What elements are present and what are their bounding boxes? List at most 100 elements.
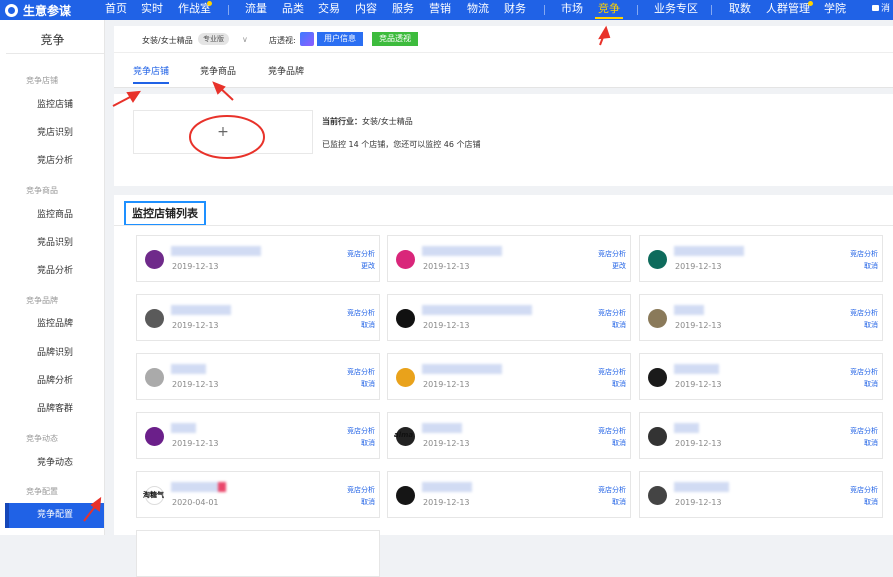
nav-item-service[interactable]: 服务 [392, 0, 414, 20]
sidebar-item-shop-analysis[interactable]: 竞店分析 [5, 149, 104, 174]
sidebar-item-brand-customers[interactable]: 品牌客群 [5, 397, 104, 422]
shop-logo-icon [648, 427, 667, 446]
nav-item-home[interactable]: 首页 [105, 0, 127, 20]
shop-analysis-link[interactable]: 竞店分析 [347, 426, 375, 436]
nav-item-realtime[interactable]: 实时 [141, 0, 163, 20]
shop-analysis-link[interactable]: 竞店分析 [598, 485, 626, 495]
monitor-date: 2019-12-13 [675, 439, 722, 448]
shop-name-redacted [422, 423, 462, 433]
nav-item-market[interactable]: 市场 [561, 0, 583, 20]
cancel-link[interactable]: 取消 [612, 320, 626, 330]
top-navigation-bar: 生意参谋 首页 实时 作战室 流量 品类 交易 内容 服务 营销 物流 财务 市… [0, 0, 893, 20]
sidebar-item-brand-analysis[interactable]: 品牌分析 [5, 369, 104, 394]
cancel-link[interactable]: 取消 [361, 320, 375, 330]
logo[interactable]: 生意参谋 [5, 2, 71, 18]
shop-analysis-link[interactable]: 竞店分析 [850, 308, 878, 318]
nav-item-business-zone[interactable]: 业务专区 [654, 0, 698, 20]
shop-analysis-link[interactable]: 竞店分析 [598, 367, 626, 377]
cancel-link[interactable]: 取消 [864, 320, 878, 330]
cancel-link[interactable]: 取消 [612, 497, 626, 507]
user-info-button[interactable]: 用户信息 [317, 32, 363, 46]
shop-analysis-link[interactable]: 竞店分析 [850, 249, 878, 259]
shop-card[interactable]: 2019-12-13 竞店分析 更改 [136, 235, 380, 282]
cancel-link[interactable]: 取消 [612, 438, 626, 448]
shop-card[interactable]: 2019-12-13 竞店分析更改 [387, 235, 631, 282]
logo-icon [5, 3, 18, 17]
change-link[interactable]: 更改 [612, 261, 626, 271]
shop-analysis-link[interactable]: 竞店分析 [850, 367, 878, 377]
nav-item-competition[interactable]: 竞争 [595, 0, 623, 20]
shop-card[interactable]: 2020-04-01 竞店分析 取消 淘糖气 [136, 471, 380, 518]
plugin-icon[interactable] [300, 32, 314, 46]
message-label: 消 [881, 4, 891, 14]
shop-analysis-link[interactable]: 竞店分析 [850, 485, 878, 495]
monitor-date: 2019-12-13 [423, 262, 470, 271]
shop-analysis-link[interactable]: 竞店分析 [598, 426, 626, 436]
tab-competition-product[interactable]: 竞争商品 [200, 64, 236, 77]
nav-item-marketing[interactable]: 营销 [429, 0, 451, 20]
monitor-date: 2019-12-13 [675, 380, 722, 389]
shop-card[interactable]: 2019-12-13 竞店分析 取消 [136, 294, 380, 341]
shop-analysis-link[interactable]: 竞店分析 [850, 426, 878, 436]
cancel-link[interactable]: 取消 [361, 438, 375, 448]
product-perspective-button[interactable]: 竞品透视 [372, 32, 418, 46]
shop-name-redacted [422, 305, 532, 315]
nav-item-category[interactable]: 品类 [282, 0, 304, 20]
shop-card[interactable]: 2019-12-13 竞店分析取消 [639, 353, 883, 400]
tab-competition-brand[interactable]: 竞争品牌 [268, 64, 304, 77]
nav-item-content[interactable]: 内容 [355, 0, 377, 20]
nav-item-traffic[interactable]: 流量 [245, 0, 267, 20]
cancel-link[interactable]: 取消 [864, 438, 878, 448]
shop-logo-icon [648, 486, 667, 505]
shop-analysis-link[interactable]: 竞店分析 [598, 308, 626, 318]
shop-analysis-link[interactable]: 竞店分析 [598, 249, 626, 259]
sidebar-item-monitor-product[interactable]: 监控商品 [5, 203, 104, 228]
sidebar-item-competition-config[interactable]: 竞争配置 [5, 503, 104, 528]
cancel-link[interactable]: 取消 [864, 497, 878, 507]
sidebar-item-monitor-brand[interactable]: 监控品牌 [5, 312, 104, 337]
nav-item-academy[interactable]: 学院 [824, 0, 846, 20]
shop-card[interactable]: 2019-12-13 竞店分析取消 [639, 412, 883, 459]
sidebar-item-monitor-shop[interactable]: 监控店铺 [5, 93, 104, 118]
divider [114, 225, 893, 226]
nav-item-trade[interactable]: 交易 [318, 0, 340, 20]
shop-analysis-link[interactable]: 竞店分析 [347, 485, 375, 495]
nav-item-fetch-data[interactable]: 取数 [729, 0, 751, 20]
nav-item-finance[interactable]: 财务 [504, 0, 526, 20]
sidebar-item-product-analysis[interactable]: 竞品分析 [5, 259, 104, 284]
nav-item-logistics[interactable]: 物流 [467, 0, 489, 20]
shop-name-redacted [171, 423, 196, 433]
shop-card[interactable]: 2019-12-13 竞店分析 取消 [639, 235, 883, 282]
shop-card[interactable]: 2019-12-13 竞店分析 取消 [136, 412, 380, 459]
cancel-link[interactable]: 取消 [361, 379, 375, 389]
change-link[interactable]: 更改 [361, 261, 375, 271]
nav-item-crowd-management[interactable]: 人群管理 [766, 0, 810, 20]
shop-card[interactable]: 2019-12-13 竞店分析 取消 [387, 353, 631, 400]
shop-card[interactable]: 2019-12-13 竞店分析取消 [639, 471, 883, 518]
chevron-down-icon[interactable]: ∨ [242, 35, 248, 44]
shop-card[interactable]: 2019-12-13 竞店分析 取消 [639, 294, 883, 341]
sidebar-item-brand-identify[interactable]: 品牌识别 [5, 341, 104, 366]
shop-card[interactable]: 2019-12-13 竞店分析 取消 [136, 353, 380, 400]
sidebar-item-product-identify[interactable]: 竞品识别 [5, 231, 104, 256]
shop-analysis-link[interactable]: 竞店分析 [347, 308, 375, 318]
cancel-link[interactable]: 取消 [361, 497, 375, 507]
plus-icon: + [217, 124, 229, 140]
cancel-link[interactable]: 取消 [864, 261, 878, 271]
monitor-date: 2019-12-13 [675, 498, 722, 507]
shop-card[interactable]: 2019-12-13 竞店分析 取消 [387, 294, 631, 341]
message-link[interactable]: 消 [872, 0, 890, 20]
sidebar-item-shop-identify[interactable]: 竞店识别 [5, 121, 104, 146]
cancel-link[interactable]: 取消 [864, 379, 878, 389]
category-selector[interactable]: 女装/女士精品 [142, 35, 193, 46]
shop-analysis-link[interactable]: 竞店分析 [347, 367, 375, 377]
shop-card[interactable] [136, 530, 380, 577]
add-shop-button[interactable]: + [133, 110, 313, 154]
shop-analysis-link[interactable]: 竞店分析 [347, 249, 375, 259]
shop-card[interactable]: 2019-12-13 竞店分析 取消 alma [387, 412, 631, 459]
sidebar: 竞争 竞争店铺 监控店铺 竞店识别 竞店分析 竞争商品 监控商品 竞品识别 竞品… [0, 20, 105, 535]
shop-card[interactable]: 2019-12-13 竞店分析 取消 [387, 471, 631, 518]
cancel-link[interactable]: 取消 [612, 379, 626, 389]
tab-competition-shop[interactable]: 竞争店铺 [133, 64, 170, 84]
sidebar-item-competition-news[interactable]: 竞争动态 [5, 451, 104, 476]
